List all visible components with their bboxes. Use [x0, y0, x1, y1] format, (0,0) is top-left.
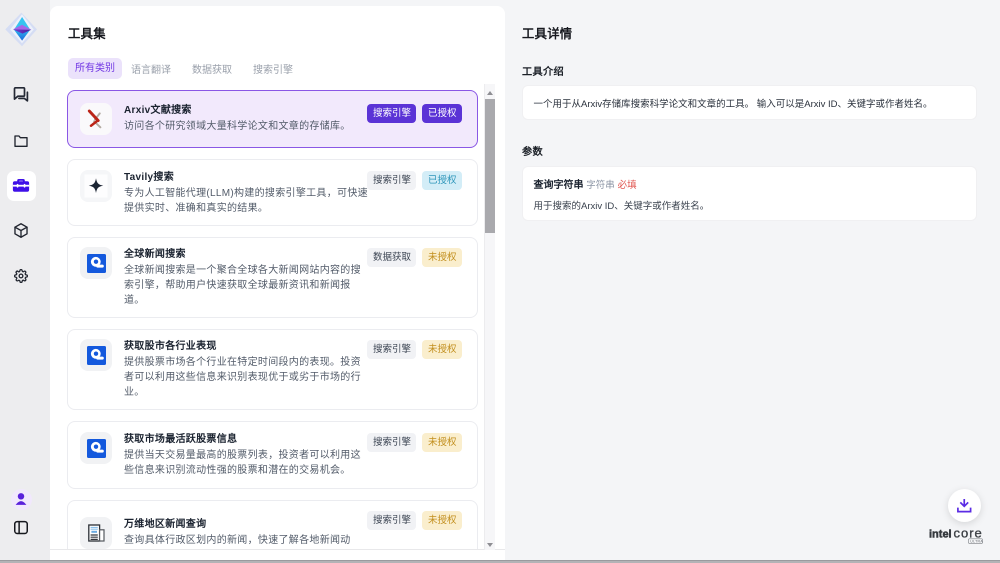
svg-text:ULTRA: ULTRA	[970, 539, 983, 543]
svg-text:intel: intel	[929, 529, 952, 541]
svg-text:core: core	[954, 526, 983, 541]
